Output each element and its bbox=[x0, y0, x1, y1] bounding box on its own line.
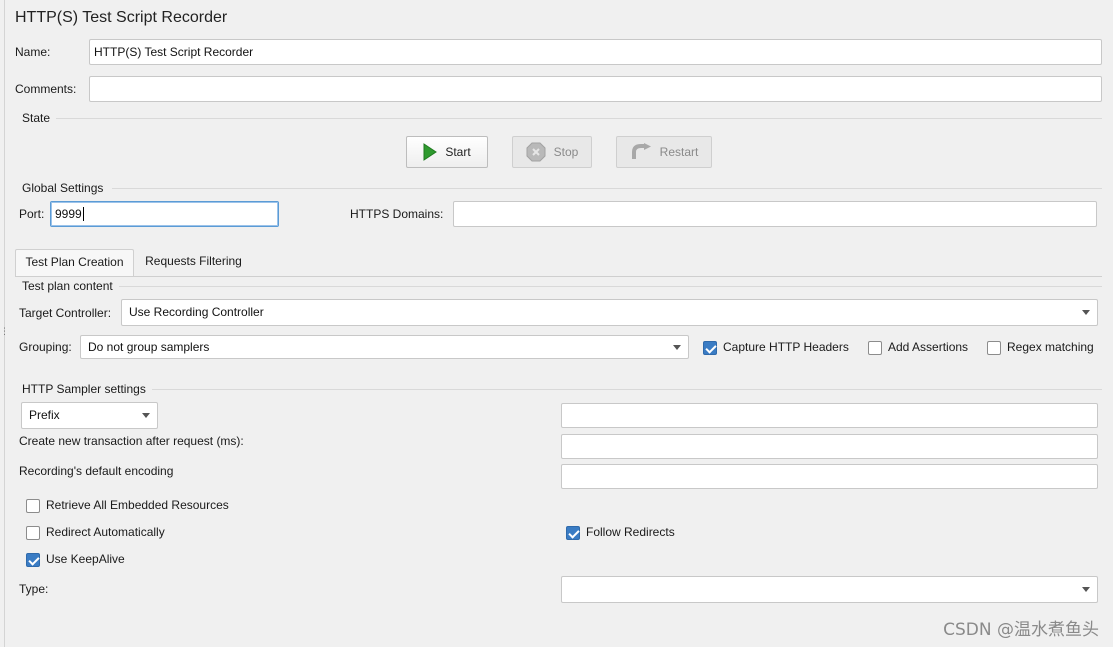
chevron-down-icon bbox=[1082, 587, 1090, 592]
capture-headers-checkbox[interactable] bbox=[703, 341, 717, 355]
encoding-label: Recording's default encoding bbox=[19, 464, 174, 478]
state-section-title: State bbox=[22, 111, 57, 125]
retrieve-embedded-checkbox[interactable] bbox=[26, 499, 40, 513]
chevron-down-icon bbox=[1082, 310, 1090, 315]
add-assertions-checkbox[interactable] bbox=[868, 341, 882, 355]
port-label: Port: bbox=[19, 207, 45, 221]
sampler-section-line bbox=[152, 389, 1102, 390]
grouping-label: Grouping: bbox=[19, 340, 72, 354]
type-select[interactable] bbox=[561, 576, 1098, 603]
grouping-value: Do not group samplers bbox=[88, 340, 210, 354]
https-domains-label: HTTPS Domains: bbox=[350, 207, 444, 221]
target-controller-select[interactable]: Use Recording Controller bbox=[121, 299, 1098, 326]
sampler-section-title: HTTP Sampler settings bbox=[22, 382, 152, 396]
target-controller-value: Use Recording Controller bbox=[129, 305, 264, 319]
https-domains-input[interactable] bbox=[453, 201, 1097, 227]
comments-input[interactable] bbox=[89, 76, 1102, 102]
capture-headers-label: Capture HTTP Headers bbox=[723, 340, 849, 354]
port-input[interactable]: 9999 bbox=[50, 201, 279, 227]
play-icon bbox=[423, 143, 438, 161]
keepalive-checkbox[interactable] bbox=[26, 553, 40, 567]
tab-strip-border bbox=[15, 276, 1102, 277]
transaction-input[interactable] bbox=[561, 434, 1098, 459]
naming-scheme-select[interactable]: Prefix bbox=[21, 402, 158, 429]
regex-matching-checkbox[interactable] bbox=[987, 341, 1001, 355]
stop-icon bbox=[526, 142, 546, 162]
tab-test-plan-creation[interactable]: Test Plan Creation bbox=[15, 249, 134, 276]
chevron-down-icon bbox=[142, 413, 150, 418]
test-plan-section-line bbox=[118, 286, 1102, 287]
redirect-auto-checkbox[interactable] bbox=[26, 526, 40, 540]
chevron-down-icon bbox=[673, 345, 681, 350]
keepalive-label: Use KeepAlive bbox=[46, 552, 125, 566]
tab-requests-filtering[interactable]: Requests Filtering bbox=[136, 249, 251, 276]
add-assertions-label: Add Assertions bbox=[888, 340, 969, 354]
comments-label: Comments: bbox=[15, 82, 77, 96]
name-input[interactable]: HTTP(S) Test Script Recorder bbox=[89, 39, 1102, 65]
grouping-select[interactable]: Do not group samplers bbox=[80, 335, 689, 359]
stop-button[interactable]: Stop bbox=[512, 136, 592, 168]
restart-button-label: Restart bbox=[659, 145, 699, 159]
stop-button-label: Stop bbox=[553, 145, 579, 159]
page-title: HTTP(S) Test Script Recorder bbox=[15, 9, 228, 26]
name-input-value: HTTP(S) Test Script Recorder bbox=[94, 45, 254, 59]
start-button-label: Start bbox=[445, 145, 471, 159]
follow-redirects-label: Follow Redirects bbox=[586, 525, 675, 539]
splitter-handle[interactable]: ⋮ bbox=[0, 327, 9, 340]
regex-matching-label: Regex matching bbox=[1007, 340, 1094, 354]
follow-redirects-checkbox[interactable] bbox=[566, 526, 580, 540]
redirect-auto-label: Redirect Automatically bbox=[46, 525, 165, 539]
text-cursor bbox=[82, 207, 84, 221]
global-section-line bbox=[112, 188, 1102, 189]
target-controller-label: Target Controller: bbox=[19, 306, 112, 320]
left-panel-edge bbox=[4, 0, 5, 647]
start-button[interactable]: Start bbox=[406, 136, 488, 168]
restart-button[interactable]: Restart bbox=[616, 136, 712, 168]
prefix-input[interactable] bbox=[561, 403, 1098, 428]
test-plan-section-title: Test plan content bbox=[22, 279, 119, 293]
port-input-value: 9999 bbox=[55, 207, 82, 221]
restart-icon bbox=[631, 143, 651, 159]
type-label: Type: bbox=[19, 582, 49, 596]
transaction-label: Create new transaction after request (ms… bbox=[19, 434, 244, 448]
name-label: Name: bbox=[15, 45, 51, 59]
naming-scheme-value: Prefix bbox=[29, 408, 60, 422]
retrieve-embedded-label: Retrieve All Embedded Resources bbox=[46, 498, 229, 512]
global-section-title: Global Settings bbox=[22, 181, 110, 195]
watermark: CSDN @温水煮鱼头 bbox=[943, 620, 1099, 640]
encoding-input[interactable] bbox=[561, 464, 1098, 489]
state-section-line bbox=[56, 118, 1102, 119]
